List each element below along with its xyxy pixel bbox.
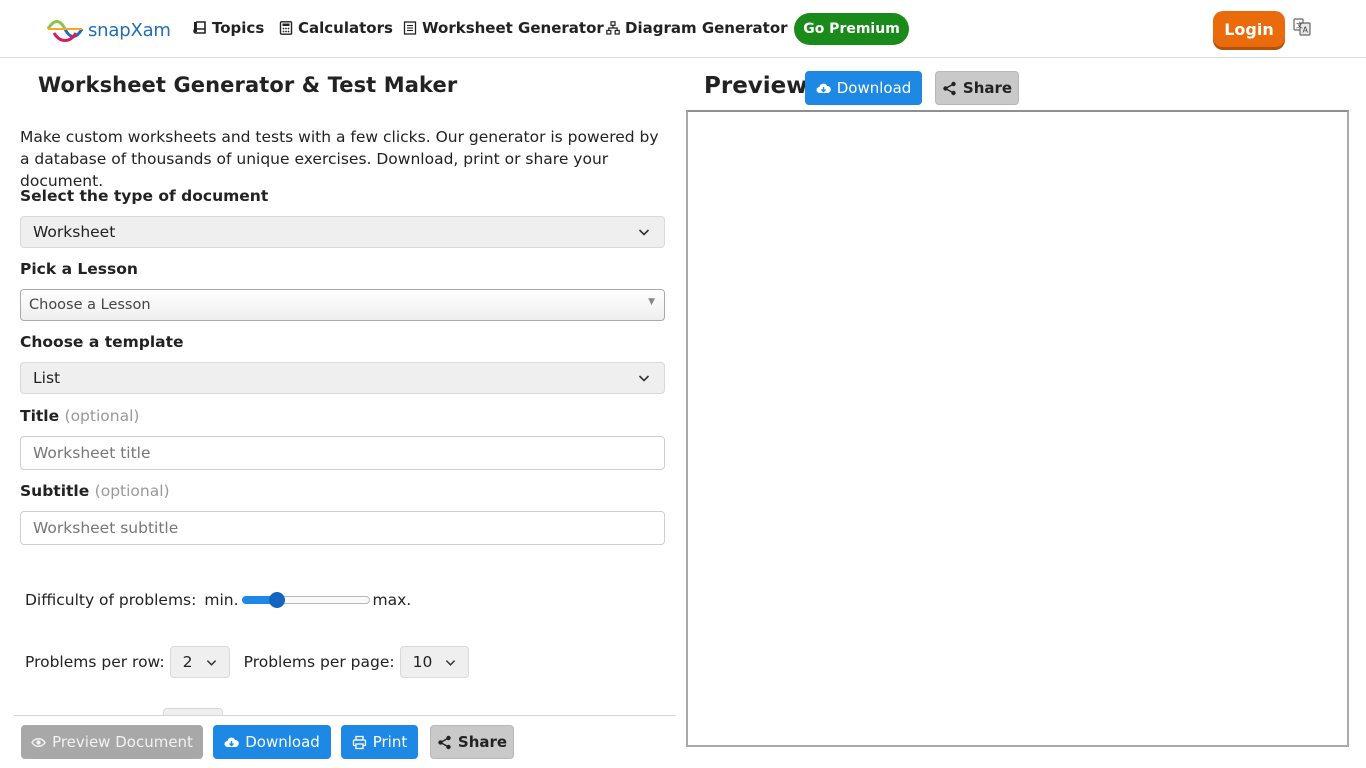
- subtitle-label: Subtitle (optional): [20, 482, 170, 500]
- difficulty-row: Difficulty of problems: min. max.: [25, 588, 411, 612]
- nav-diagram-generator[interactable]: Diagram Generator: [606, 17, 788, 39]
- doc-type-value: Worksheet: [33, 223, 116, 241]
- share-label: Share: [457, 733, 508, 751]
- nav-topics-label: Topics: [212, 19, 265, 37]
- title-optional-text: (optional): [64, 407, 140, 425]
- lesson-label: Pick a Lesson: [20, 260, 138, 278]
- doc-type-label: Select the type of document: [20, 187, 269, 205]
- print-label: Print: [372, 733, 408, 751]
- eye-icon: [31, 735, 46, 750]
- worksheet-icon: [403, 21, 417, 35]
- nav-topics[interactable]: Topics: [193, 17, 264, 39]
- subtitle-input[interactable]: [20, 511, 665, 545]
- chevron-down-icon: [445, 660, 455, 666]
- top-navbar: snapXam Topics Calculators Worksheet Gen…: [0, 0, 1366, 58]
- difficulty-label: Difficulty of problems:: [25, 591, 197, 609]
- doc-type-select[interactable]: Worksheet: [20, 216, 665, 248]
- print-button[interactable]: Print: [341, 725, 418, 759]
- preview-document-button[interactable]: Preview Document: [21, 725, 203, 759]
- chevron-down-icon: [638, 375, 650, 382]
- slider-thumb[interactable]: [268, 592, 285, 608]
- preview-title: Preview: [704, 73, 808, 99]
- lesson-select[interactable]: Choose a Lesson ▼: [20, 289, 665, 321]
- intro-text: Make custom worksheets and tests with a …: [20, 128, 659, 190]
- chevron-down-icon: [638, 229, 650, 236]
- preview-document-label: Preview Document: [52, 733, 193, 751]
- cloud-download-icon: [816, 81, 831, 96]
- document-preview-frame: [686, 110, 1349, 747]
- translate-icon[interactable]: 文A: [1293, 18, 1311, 36]
- svg-text:A: A: [1303, 26, 1309, 35]
- subtitle-optional-text: (optional): [94, 482, 170, 500]
- preview-share-label: Share: [962, 79, 1013, 97]
- share-icon: [437, 735, 452, 750]
- snapxam-logo-icon: [46, 20, 84, 42]
- title-label-text: Title: [20, 407, 60, 425]
- download-label: Download: [245, 733, 320, 751]
- cloud-download-icon: [224, 735, 240, 750]
- difficulty-min-label: min.: [204, 591, 239, 609]
- title-input[interactable]: [20, 436, 665, 470]
- nav-calculators-label: Calculators: [298, 19, 393, 37]
- download-button[interactable]: Download: [213, 725, 331, 759]
- nav-worksheet-generator-label: Worksheet Generator: [422, 19, 604, 37]
- caret-down-icon: ▼: [648, 297, 655, 307]
- share-button[interactable]: Share: [430, 725, 514, 759]
- per-row-label: Problems per row:: [25, 653, 165, 671]
- template-value: List: [33, 369, 61, 387]
- per-row-value: 2: [182, 653, 193, 671]
- nav-worksheet-generator[interactable]: Worksheet Generator: [403, 17, 604, 39]
- lesson-value: Choose a Lesson: [29, 297, 151, 313]
- logo[interactable]: snapXam: [46, 17, 171, 43]
- per-row-select[interactable]: 2: [169, 646, 230, 678]
- template-label: Choose a template: [20, 333, 184, 351]
- nav-calculators[interactable]: Calculators: [279, 17, 393, 39]
- book-icon: [193, 21, 207, 35]
- preview-download-label: Download: [836, 79, 912, 97]
- per-page-value: 10: [412, 653, 433, 671]
- login-button[interactable]: Login: [1213, 11, 1285, 47]
- preview-share-button[interactable]: Share: [935, 71, 1019, 105]
- problems-layout-row: Problems per row: 2 Problems per page: 1…: [25, 646, 469, 678]
- go-premium-button[interactable]: Go Premium: [794, 13, 909, 45]
- title-label: Title (optional): [20, 407, 139, 425]
- per-page-select[interactable]: 10: [399, 646, 469, 678]
- subtitle-label-text: Subtitle: [20, 482, 90, 500]
- logo-text: snapXam: [88, 19, 171, 41]
- diagram-icon: [606, 21, 620, 35]
- page-title: Worksheet Generator & Test Maker: [38, 73, 458, 97]
- preview-download-button[interactable]: Download: [805, 71, 922, 105]
- nav-diagram-generator-label: Diagram Generator: [625, 19, 788, 37]
- share-icon: [942, 81, 957, 96]
- calculator-icon: [279, 21, 293, 35]
- per-page-label: Problems per page:: [243, 653, 395, 671]
- template-select[interactable]: List: [20, 362, 665, 394]
- difficulty-slider[interactable]: [241, 590, 370, 610]
- difficulty-max-label: max.: [372, 591, 412, 609]
- chevron-down-icon: [206, 660, 216, 666]
- printer-icon: [352, 735, 367, 750]
